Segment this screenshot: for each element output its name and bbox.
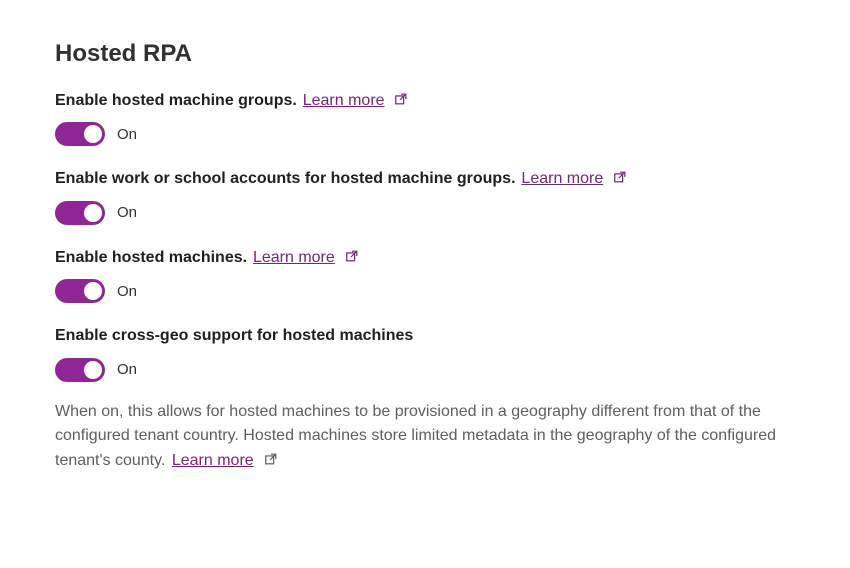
toggle-row: On: [55, 201, 795, 225]
setting-label: Enable hosted machines.: [55, 249, 247, 266]
toggle-work-school-accounts[interactable]: [55, 201, 105, 225]
external-link-icon: [394, 92, 408, 112]
learn-more-link[interactable]: Learn more: [172, 452, 254, 469]
toggle-row: On: [55, 122, 795, 146]
section-title: Hosted RPA: [55, 40, 795, 68]
learn-more-link[interactable]: Learn more: [303, 92, 385, 109]
setting-work-school-accounts: Enable work or school accounts for hoste…: [55, 168, 795, 224]
learn-more-link[interactable]: Learn more: [521, 170, 603, 187]
external-link-icon: [264, 450, 278, 475]
toggle-state-label: On: [117, 204, 137, 221]
setting-cross-geo: Enable cross-geo support for hosted mach…: [55, 325, 795, 475]
toggle-state-label: On: [117, 283, 137, 300]
external-link-icon: [345, 249, 359, 269]
toggle-knob: [84, 204, 102, 222]
toggle-hosted-machine-groups[interactable]: [55, 122, 105, 146]
toggle-row: On: [55, 358, 795, 382]
setting-description: When on, this allows for hosted machines…: [55, 400, 795, 475]
external-link-icon: [613, 170, 627, 190]
toggle-hosted-machines[interactable]: [55, 279, 105, 303]
learn-more-link[interactable]: Learn more: [253, 249, 335, 266]
setting-label-row: Enable hosted machines. Learn more: [55, 247, 795, 269]
setting-label-row: Enable work or school accounts for hoste…: [55, 168, 795, 190]
setting-label: Enable cross-geo support for hosted mach…: [55, 327, 413, 344]
toggle-cross-geo[interactable]: [55, 358, 105, 382]
setting-hosted-machine-groups: Enable hosted machine groups. Learn more…: [55, 90, 795, 146]
description-text: When on, this allows for hosted machines…: [55, 403, 776, 470]
setting-label-row: Enable cross-geo support for hosted mach…: [55, 325, 795, 347]
setting-label-row: Enable hosted machine groups. Learn more: [55, 90, 795, 112]
setting-hosted-machines: Enable hosted machines. Learn more On: [55, 247, 795, 303]
toggle-knob: [84, 361, 102, 379]
setting-label: Enable work or school accounts for hoste…: [55, 170, 516, 187]
toggle-knob: [84, 125, 102, 143]
setting-label: Enable hosted machine groups.: [55, 92, 297, 109]
toggle-state-label: On: [117, 361, 137, 378]
toggle-row: On: [55, 279, 795, 303]
toggle-knob: [84, 282, 102, 300]
toggle-state-label: On: [117, 126, 137, 143]
